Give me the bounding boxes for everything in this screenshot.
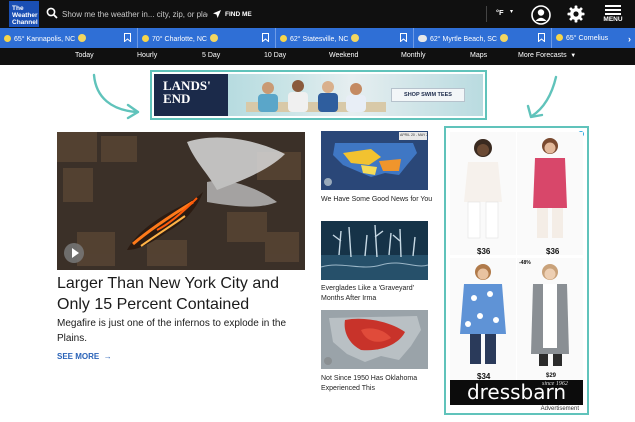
logo-line: The: [12, 5, 24, 12]
bookmark-icon[interactable]: [262, 33, 269, 42]
side-ad[interactable]: $36 $36 $34 -48% $29 dressbarn since 196…: [444, 126, 589, 415]
model-photo: [531, 264, 569, 366]
nav-maps[interactable]: Maps: [470, 52, 487, 59]
banner-ad-content: LANDS' END SHOP SWIM TEES: [154, 74, 483, 116]
wildfire-satellite-image: [57, 132, 305, 270]
see-more-link[interactable]: SEE MORE →: [57, 352, 112, 361]
ad-product[interactable]: [450, 258, 516, 381]
sun-icon: [500, 34, 508, 42]
location-item[interactable]: 70° Charlotte, NC: [138, 28, 276, 48]
menu-label: MENU: [603, 16, 623, 23]
weather-channel-logo[interactable]: The Weather Channel: [9, 1, 39, 27]
hamburger-icon: [605, 5, 621, 15]
bookmark-icon[interactable]: [538, 33, 545, 42]
lands-end-logo: LANDS' END: [154, 74, 228, 116]
gear-icon[interactable]: [567, 5, 585, 23]
everglades-image: [321, 221, 428, 280]
side-story-title[interactable]: Everglades Like a 'Graveyard' Months Aft…: [321, 284, 433, 303]
nav-more-forecasts[interactable]: More Forecasts ▼: [518, 52, 576, 59]
nav-today[interactable]: Today: [75, 52, 94, 59]
location-item[interactable]: 62° Statesville, NC: [276, 28, 414, 48]
sun-icon: [280, 35, 287, 42]
story-thumbnail[interactable]: [321, 310, 428, 369]
advertisement-label: Advertisement: [540, 406, 579, 412]
temperature-unit-toggle[interactable]: °F: [496, 8, 504, 17]
ad-product[interactable]: [517, 258, 583, 381]
location-item[interactable]: 65° Kannapolis, NC: [0, 28, 138, 48]
bookmark-icon[interactable]: [124, 33, 131, 42]
nav-more-forecasts-label: More Forecasts: [518, 52, 567, 59]
product-price: $36: [477, 247, 491, 256]
discount-badge: -48%: [519, 260, 531, 266]
user-account-icon[interactable]: [531, 5, 551, 25]
ad-product[interactable]: [517, 132, 583, 255]
annotation-arrow-icon: [526, 75, 558, 119]
top-bar: The Weather Channel FIND ME °F ▾: [0, 0, 635, 28]
search-icon[interactable]: [46, 7, 58, 19]
nav-10-day[interactable]: 10 Day: [264, 52, 286, 59]
location-label: 62° Statesville, NC: [290, 36, 349, 43]
nav-monthly[interactable]: Monthly: [401, 52, 426, 59]
shop-swim-tees-button[interactable]: SHOP SWIM TEES: [391, 88, 465, 102]
product-price: $29: [546, 373, 557, 379]
location-label: 65° Kannapolis, NC: [14, 36, 76, 43]
logo-line: Channel: [12, 19, 38, 26]
recent-locations-bar: 65° Kannapolis, NC 70° Charlotte, NC 62°…: [0, 28, 635, 48]
play-button[interactable]: [64, 243, 84, 263]
main-story-subhead: Megafire is just one of the infernos to …: [57, 318, 287, 344]
ad-product[interactable]: [450, 132, 516, 255]
page: The Weather Channel FIND ME °F ▾: [0, 0, 635, 422]
banner-ad[interactable]: LANDS' END SHOP SWIM TEES: [150, 70, 487, 120]
logo-line: Weather: [12, 12, 38, 19]
chevron-down-icon: ▾: [510, 9, 514, 15]
thumbnail-caption: APRIL 20 - MAY 2: [400, 133, 429, 137]
main-story-image[interactable]: [57, 132, 305, 270]
find-me-button[interactable]: FIND ME: [213, 8, 252, 20]
side-story-title[interactable]: We Have Some Good News for You: [321, 195, 433, 205]
location-item[interactable]: 65° Cornelius: [552, 28, 635, 48]
nav-hourly[interactable]: Hourly: [137, 52, 157, 59]
sun-icon: [142, 35, 149, 42]
location-label: 65° Cornelius: [566, 35, 609, 42]
sun-icon: [78, 34, 87, 42]
location-label: 62° Myrtle Beach, SC: [430, 36, 497, 43]
cloud-icon: [418, 35, 427, 42]
story-thumbnail[interactable]: [321, 221, 428, 280]
location-item[interactable]: 62° Myrtle Beach, SC: [414, 28, 552, 48]
story-thumbnail[interactable]: [321, 131, 428, 190]
annotation-arrow-icon: [92, 73, 140, 120]
ad-product-grid: $36 $36 $34 -48% $29: [450, 132, 583, 381]
location-arrow-icon: [213, 10, 221, 18]
sun-icon: [209, 34, 218, 42]
search-input[interactable]: [62, 8, 208, 20]
product-price: $36: [546, 247, 560, 256]
nav-5-day[interactable]: 5 Day: [202, 52, 220, 59]
chevron-right-icon[interactable]: ›: [628, 34, 631, 44]
model-photo: [464, 139, 502, 239]
forecast-nav: Today Hourly 5 Day 10 Day Weekend Monthl…: [0, 48, 635, 65]
nav-weekend[interactable]: Weekend: [329, 52, 358, 59]
menu-button[interactable]: MENU: [594, 2, 632, 26]
side-story-title[interactable]: Not Since 1950 Has Oklahoma Experienced …: [321, 374, 433, 393]
divider: [486, 6, 487, 22]
main-story-headline[interactable]: Larger Than New York City and Only 15 Pe…: [57, 273, 307, 315]
us-map-image: [321, 131, 428, 190]
model-photo: [533, 138, 567, 238]
location-label: 70° Charlotte, NC: [152, 36, 207, 43]
see-more-label: SEE MORE: [57, 352, 100, 361]
caret-down-icon: ▼: [568, 53, 577, 59]
sun-icon: [4, 35, 11, 42]
model-photo: [460, 264, 506, 364]
find-me-label: FIND ME: [225, 10, 252, 18]
sun-icon: [351, 34, 360, 42]
ad-photo: [246, 80, 386, 112]
arrow-right-icon: →: [101, 352, 112, 361]
oklahoma-map-image: [321, 310, 428, 369]
brand-line: END: [163, 91, 191, 106]
bookmark-icon[interactable]: [400, 33, 407, 42]
dressbarn-since: since 1962: [542, 381, 568, 387]
sun-icon: [556, 34, 563, 41]
